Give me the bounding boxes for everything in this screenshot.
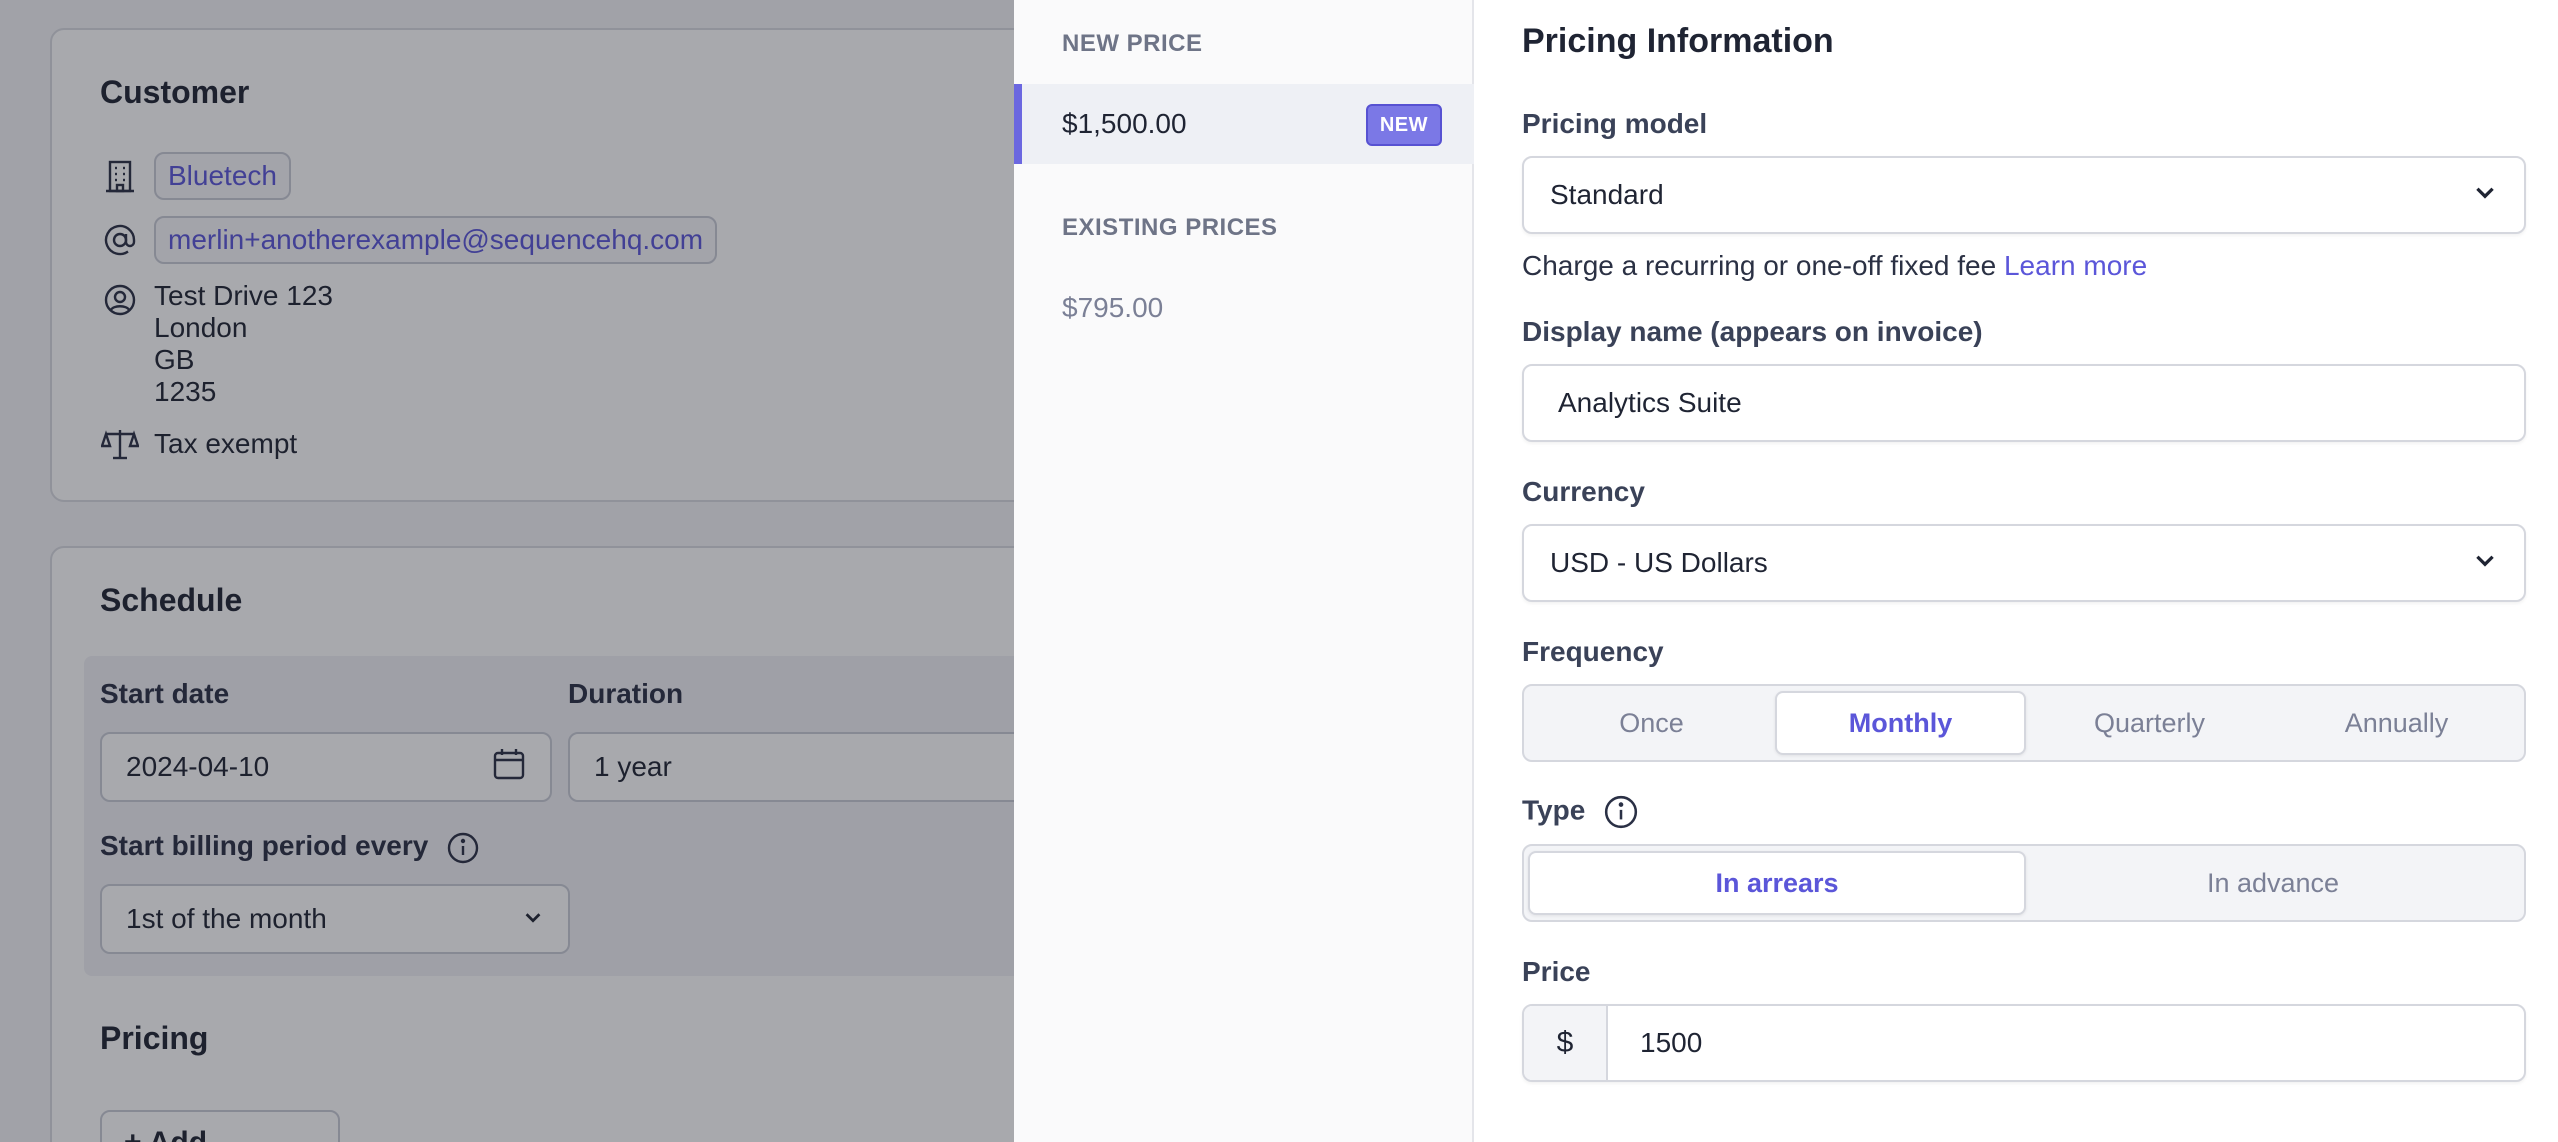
learn-more-link[interactable]: Learn more: [2004, 250, 2147, 281]
type-option-in-advance[interactable]: In advance: [2026, 851, 2520, 915]
price-input[interactable]: $ 1500: [1522, 1004, 2526, 1082]
frequency-segmented-control: Once Monthly Quarterly Annually: [1522, 684, 2526, 762]
pricing-model-value: Standard: [1550, 179, 1664, 210]
frequency-label: Frequency: [1522, 636, 1664, 667]
type-label-text: Type: [1522, 794, 1586, 826]
display-name-input[interactable]: Analytics Suite: [1522, 364, 2526, 442]
chevron-down-icon: [2472, 179, 2498, 212]
modal-backdrop[interactable]: [0, 0, 1014, 1142]
existing-prices-heading: EXISTING PRICES: [1062, 214, 1278, 241]
helper-text: Charge a recurring or one-off fixed fee: [1522, 250, 2004, 281]
existing-price-value: $795.00: [1062, 292, 1164, 323]
new-badge: NEW: [1365, 104, 1442, 146]
display-name-label: Display name (appears on invoice): [1522, 316, 1983, 347]
new-price-item[interactable]: $1,500.00 NEW: [1014, 84, 1474, 164]
price-value[interactable]: 1500: [1608, 1006, 1702, 1080]
currency-select[interactable]: USD - US Dollars: [1522, 524, 2526, 602]
pricing-model-label: Pricing model: [1522, 108, 1708, 139]
type-segmented-control: In arrears In advance: [1522, 844, 2526, 922]
price-label: Price: [1522, 956, 1591, 987]
pricing-form: Pricing Information Pricing model Standa…: [1474, 0, 2558, 1142]
pricing-model-select[interactable]: Standard: [1522, 156, 2526, 234]
currency-value: USD - US Dollars: [1550, 547, 1768, 578]
display-name-value: Analytics Suite: [1558, 387, 1742, 418]
info-icon[interactable]: [1603, 794, 1639, 830]
currency-prefix: $: [1524, 1006, 1608, 1080]
form-title: Pricing Information: [1522, 22, 1834, 60]
frequency-option-monthly[interactable]: Monthly: [1775, 691, 2026, 755]
new-price-heading: NEW PRICE: [1062, 30, 1203, 57]
type-option-in-arrears[interactable]: In arrears: [1528, 851, 2026, 915]
type-label: Type: [1522, 794, 1639, 830]
price-list-panel: NEW PRICE $1,500.00 NEW EXISTING PRICES …: [1014, 0, 1474, 1142]
currency-label: Currency: [1522, 476, 1645, 507]
frequency-option-once[interactable]: Once: [1528, 691, 1775, 755]
frequency-option-quarterly[interactable]: Quarterly: [2026, 691, 2273, 755]
frequency-option-annually[interactable]: Annually: [2273, 691, 2520, 755]
existing-price-item[interactable]: $795.00: [1014, 268, 1474, 348]
chevron-down-icon: [2472, 547, 2498, 580]
pricing-model-helper: Charge a recurring or one-off fixed fee …: [1522, 250, 2147, 282]
new-price-value: $1,500.00: [1062, 108, 1187, 139]
